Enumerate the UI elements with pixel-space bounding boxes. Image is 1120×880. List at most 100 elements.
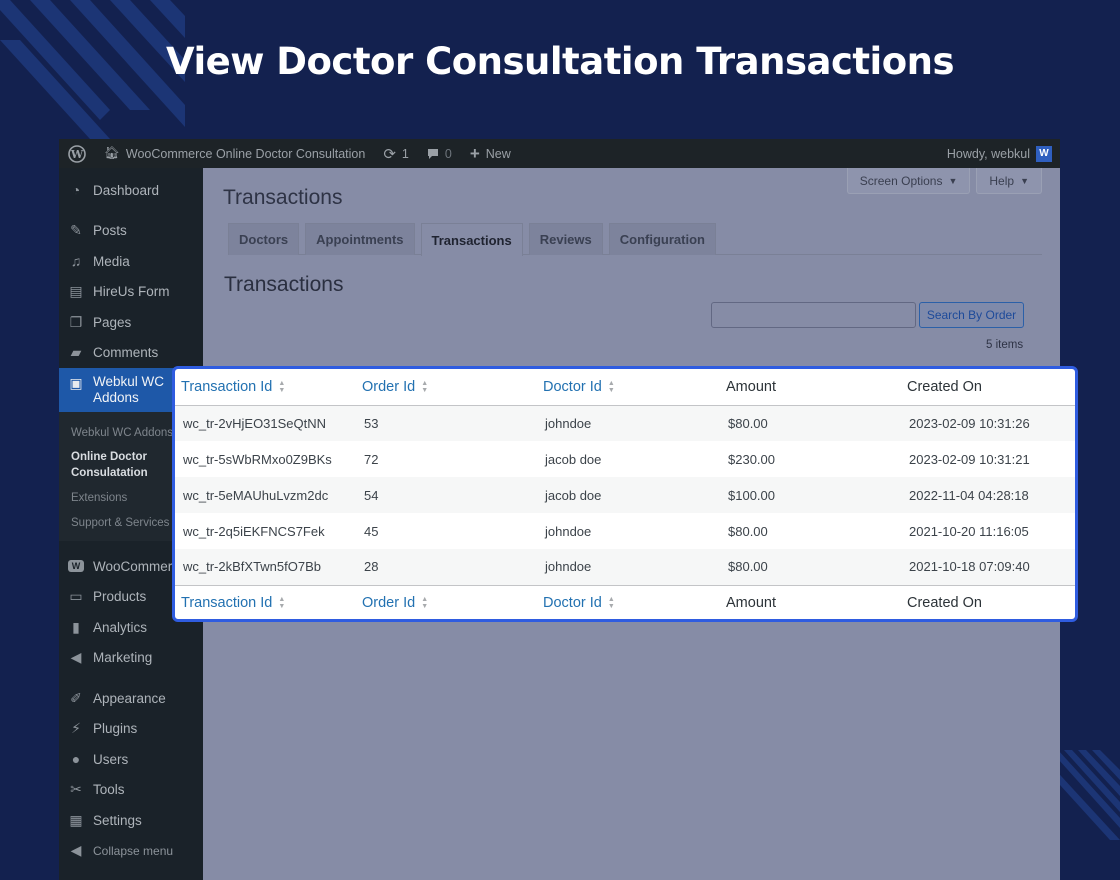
avatar: W	[1036, 145, 1052, 162]
cell-amount: $230.00	[728, 451, 775, 467]
column-header-amount: Amount	[720, 369, 901, 406]
sidebar-item-media[interactable]: ♫ Media	[59, 246, 203, 277]
cell-amount: $100.00	[728, 487, 775, 503]
new-content-link[interactable]: + New	[461, 139, 520, 168]
sidebar-item-label: Products	[93, 589, 147, 605]
sort-icon: ▲ ▼	[607, 596, 615, 611]
sort-icon: ▲ ▼	[278, 596, 286, 611]
sidebar-item-label: Webkul WC Addons	[93, 374, 165, 405]
settings-icon: ▦	[69, 811, 83, 828]
help-label: Help	[989, 173, 1015, 188]
cell-amount: $80.00	[728, 559, 768, 575]
brush-icon: ✐	[70, 689, 82, 706]
sidebar-item-appearance[interactable]: ✐ Appearance	[59, 683, 203, 714]
sidebar-item-dashboard[interactable]: ◔ Dashboard	[59, 175, 203, 206]
cell-amount: $80.00	[728, 415, 768, 431]
column-header-transaction-id[interactable]: Transaction Id ▲ ▼	[175, 369, 356, 406]
page-title: Transactions	[223, 186, 343, 209]
column-header-order-id[interactable]: Order Id ▲ ▼	[356, 369, 537, 406]
sidebar-item-label: Users	[93, 751, 129, 767]
wordpress-logo-icon[interactable]: W	[59, 139, 95, 168]
cell-doctor-id: johndoe	[545, 523, 592, 539]
screen-meta-links: Screen Options ▼ Help ▼	[846, 168, 1042, 194]
sort-icon: ▲ ▼	[421, 379, 429, 394]
sidebar-item-users[interactable]: ● Users	[59, 744, 203, 775]
store-icon: ▣	[69, 375, 83, 391]
screen-options-button[interactable]: Screen Options ▼	[846, 168, 971, 194]
comment-icon: ▰	[70, 344, 82, 361]
nav-tabs: Doctors Appointments Transactions Review…	[228, 223, 1042, 256]
column-label: Transaction Id	[181, 595, 273, 612]
sidebar-item-label: Analytics	[93, 619, 148, 635]
column-footer-doctor-id[interactable]: Doctor Id ▲ ▼	[537, 584, 720, 619]
column-label: Order Id	[362, 378, 416, 395]
sidebar-item-label: Comments	[93, 345, 159, 361]
tab-configuration[interactable]: Configuration	[608, 223, 716, 255]
column-label: Transaction Id	[181, 378, 273, 395]
sidebar-item-settings[interactable]: ▦ Settings	[59, 805, 203, 836]
comment-icon	[427, 148, 438, 159]
pin-icon: ✎	[70, 222, 82, 239]
column-header-doctor-id[interactable]: Doctor Id ▲ ▼	[537, 369, 720, 406]
sidebar-item-pages[interactable]: ❐ Pages	[59, 307, 203, 338]
table-row: wc_tr-2vHjEO31SeQtNN 53 johndoe $80.00 2…	[175, 405, 1075, 441]
tab-reviews[interactable]: Reviews	[528, 223, 603, 255]
column-footer-transaction-id[interactable]: Transaction Id ▲ ▼	[175, 584, 356, 619]
plus-icon: +	[469, 143, 480, 163]
column-footer-created-on: Created On	[901, 584, 1075, 619]
collapse-label: Collapse menu	[93, 843, 174, 858]
site-name-link[interactable]: 🏠︎ WooCommerce Online Doctor Consultatio…	[95, 139, 374, 168]
column-footer-order-id[interactable]: Order Id ▲ ▼	[356, 584, 537, 619]
dashboard-icon: ◔	[71, 182, 81, 199]
refresh-icon: ⟳	[383, 145, 396, 163]
home-icon: 🏠︎	[104, 146, 120, 160]
updates-count: 1	[401, 146, 409, 161]
account-menu[interactable]: Howdy, webkul W	[938, 139, 1060, 168]
cell-order-id: 72	[364, 451, 379, 467]
search-by-order-button[interactable]: Search By Order	[919, 302, 1024, 328]
new-label: New	[485, 146, 511, 161]
caret-down-icon: ▼	[1020, 175, 1029, 186]
cell-transaction-id: wc_tr-5eMAUhuLvzm2dc	[183, 487, 329, 503]
items-count: 5 items	[986, 339, 1024, 351]
comments-link[interactable]: 0	[418, 139, 461, 168]
sidebar-item-hireus-form[interactable]: ▤ HireUs Form	[59, 277, 203, 308]
cell-doctor-id: jacob doe	[545, 487, 602, 503]
decorative-stripes	[1050, 750, 1120, 840]
collapse-menu-button[interactable]: ◀ Collapse menu	[59, 836, 203, 867]
cell-doctor-id: johndoe	[545, 559, 592, 575]
megaphone-icon: ◀	[70, 649, 82, 666]
tab-doctors[interactable]: Doctors	[228, 223, 300, 255]
sidebar-item-plugins[interactable]: ⚡︎ Plugins	[59, 714, 203, 745]
transactions-table-highlight: Transaction Id ▲ ▼ Order Id ▲ ▼ Doctor Id ▲ ▼ …	[172, 366, 1078, 622]
sidebar-item-label: Plugins	[93, 721, 138, 737]
sidebar-item-label: Settings	[93, 812, 142, 828]
comments-count: 0	[444, 146, 452, 161]
banner-title: View Doctor Consultation Transactions	[165, 40, 955, 83]
cell-transaction-id: wc_tr-2vHjEO31SeQtNN	[183, 415, 327, 431]
tab-transactions[interactable]: Transactions	[420, 223, 523, 256]
sidebar-item-comments[interactable]: ▰ Comments	[59, 338, 203, 369]
section-title: Transactions	[224, 273, 344, 296]
sidebar-item-posts[interactable]: ✎ Posts	[59, 216, 203, 247]
sidebar-item-label: Marketing	[93, 650, 153, 666]
cell-order-id: 45	[364, 523, 379, 539]
sidebar-item-marketing[interactable]: ◀ Marketing	[59, 643, 203, 674]
cell-order-id: 28	[364, 559, 379, 575]
search-input[interactable]	[711, 302, 916, 328]
column-footer-amount: Amount	[720, 584, 901, 619]
table-row: wc_tr-2kBfXTwn5fO7Bb 28 johndoe $80.00 2…	[175, 549, 1075, 585]
admin-bar: W 🏠︎ WooCommerce Online Doctor Consultat…	[59, 139, 1060, 168]
pages-icon: ❐	[69, 313, 83, 330]
screen-options-label: Screen Options	[859, 173, 943, 188]
sidebar-item-tools[interactable]: ✂︎ Tools	[59, 775, 203, 806]
column-label: Doctor Id	[543, 378, 602, 395]
media-icon: ♫	[70, 253, 82, 270]
cell-created-on: 2021-10-20 11:16:05	[909, 523, 1029, 539]
help-button[interactable]: Help ▼	[976, 168, 1042, 194]
tab-appointments[interactable]: Appointments	[305, 223, 415, 255]
sidebar-item-label: HireUs Form	[93, 284, 170, 300]
transactions-table: Transaction Id ▲ ▼ Order Id ▲ ▼ Doctor Id ▲ ▼ …	[175, 369, 1075, 619]
cell-transaction-id: wc_tr-2q5iEKFNCS7Fek	[183, 523, 325, 539]
updates-link[interactable]: ⟳ 1	[374, 139, 418, 168]
